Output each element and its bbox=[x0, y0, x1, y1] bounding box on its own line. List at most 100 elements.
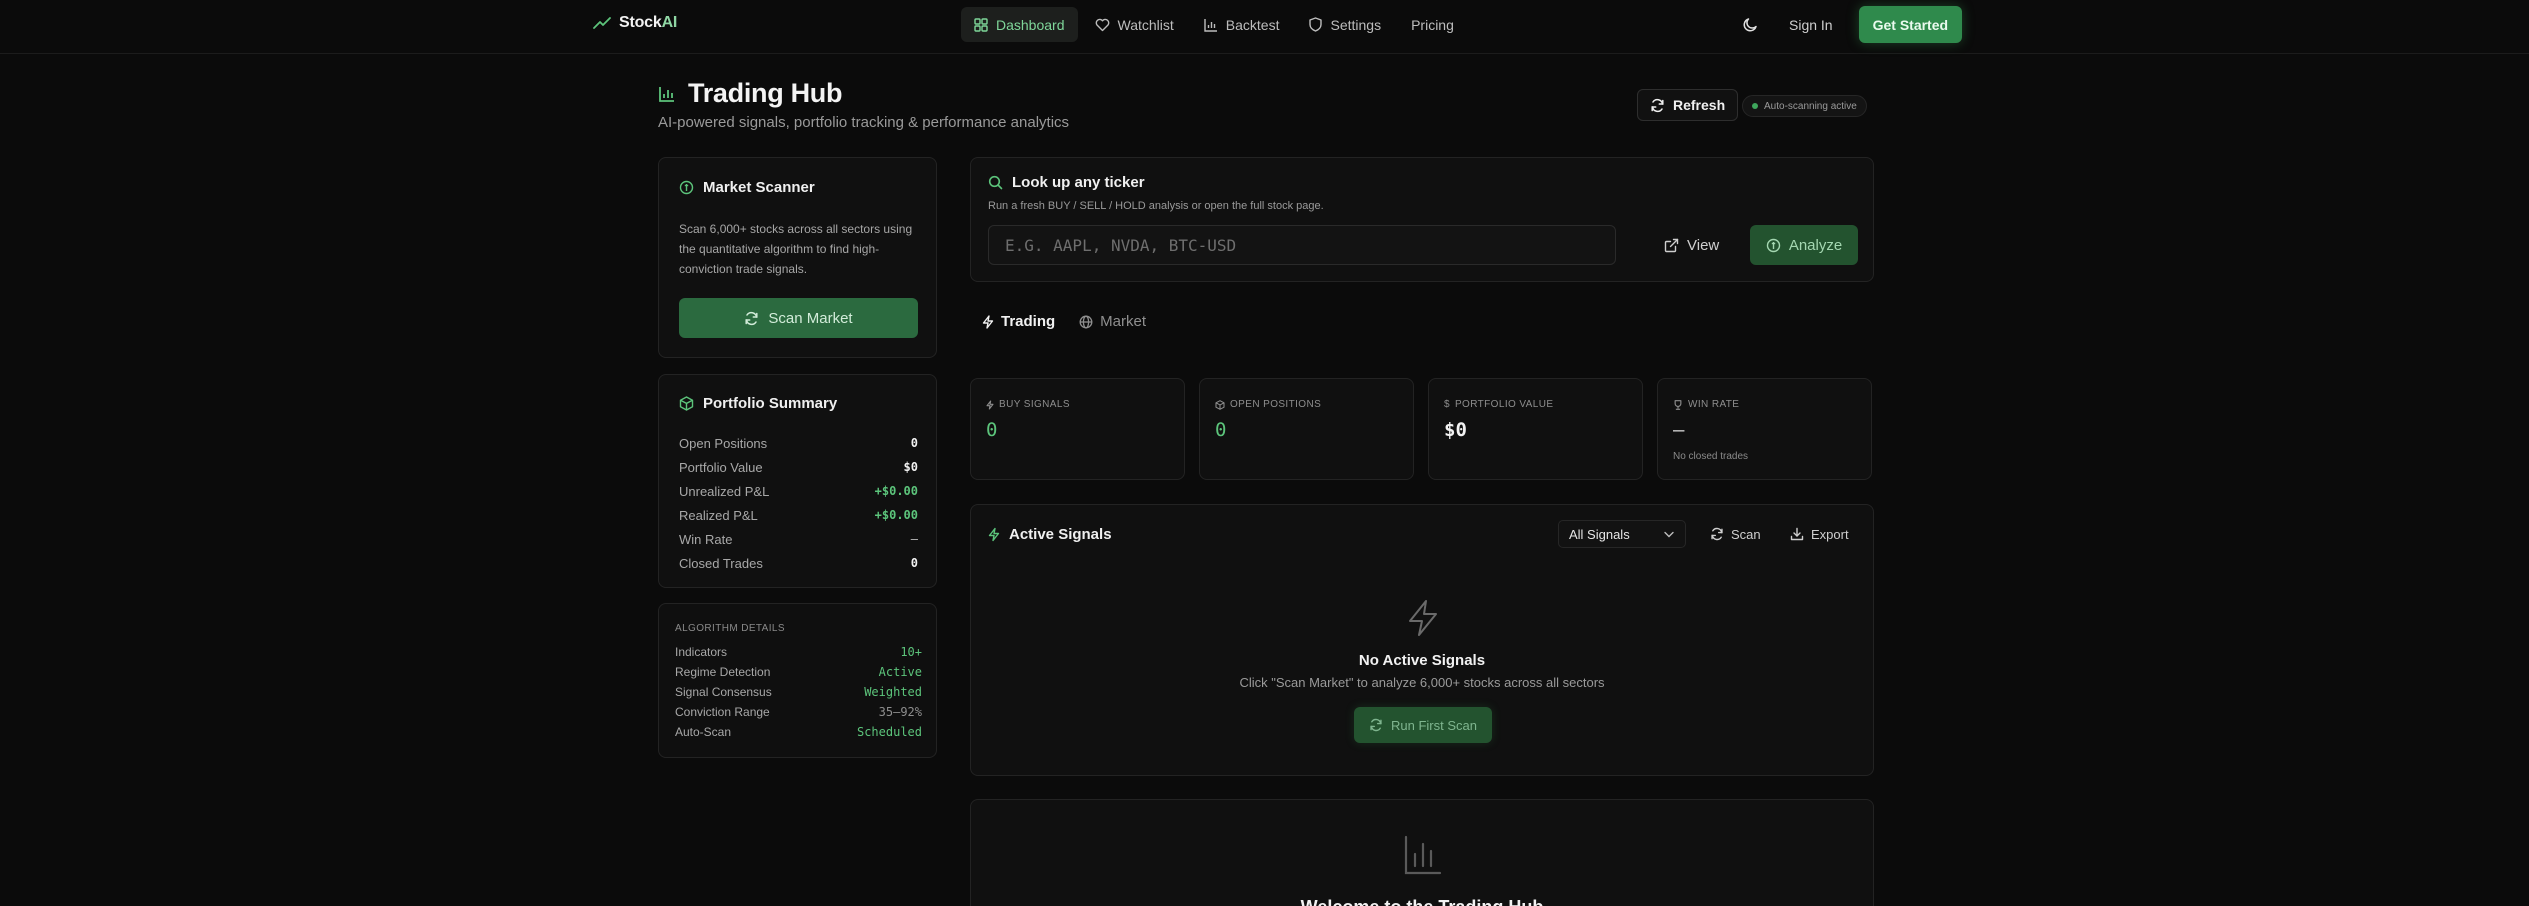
welcome-card: Welcome to the Trading Hub bbox=[970, 799, 1874, 906]
lightning-icon bbox=[982, 314, 994, 329]
bar-chart-icon bbox=[1403, 834, 1443, 876]
portfolio-summary-card: Portfolio Summary Open Positions 0 Portf… bbox=[658, 374, 937, 588]
active-signals-title-text: Active Signals bbox=[1009, 526, 1112, 543]
summary-row-unrealized-pnl: Unrealized P&L +$0.00 bbox=[679, 479, 918, 503]
summary-label: Open Positions bbox=[679, 435, 768, 451]
page-title: Trading Hub bbox=[658, 78, 843, 109]
view-tabs: Trading Market bbox=[982, 313, 1146, 330]
nav-dashboard[interactable]: Dashboard bbox=[961, 7, 1078, 42]
view-button[interactable]: View bbox=[1652, 225, 1731, 265]
algo-value: 35–92% bbox=[878, 705, 922, 719]
brand-logo[interactable]: StockAI bbox=[593, 14, 677, 32]
signals-filter-select[interactable]: All Signals bbox=[1558, 520, 1686, 548]
portfolio-summary-title-text: Portfolio Summary bbox=[703, 395, 838, 412]
refresh-button[interactable]: Refresh bbox=[1637, 89, 1739, 121]
summary-value: 0 bbox=[910, 556, 918, 570]
algorithm-details-heading: ALGORITHM DETAILS bbox=[675, 623, 785, 634]
algo-label: Conviction Range bbox=[675, 705, 770, 719]
page-subtitle: AI-powered signals, portfolio tracking &… bbox=[658, 114, 1070, 131]
summary-label: Unrealized P&L bbox=[679, 483, 770, 499]
algo-row-indicators: Indicators 10+ bbox=[675, 642, 922, 662]
sign-in-link[interactable]: Sign In bbox=[1789, 17, 1833, 33]
signals-export-label: Export bbox=[1811, 526, 1849, 542]
empty-state-description: Click "Scan Market" to analyze 6,000+ st… bbox=[1239, 675, 1605, 690]
trend-up-icon bbox=[593, 16, 611, 30]
welcome-title: Welcome to the Trading Hub bbox=[971, 897, 1873, 906]
summary-value: — bbox=[910, 532, 918, 546]
nav-pricing[interactable]: Pricing bbox=[1398, 7, 1467, 42]
get-started-button[interactable]: Get Started bbox=[1858, 6, 1963, 43]
algo-row-auto-scan: Auto-Scan Scheduled bbox=[675, 722, 922, 742]
scan-market-button[interactable]: Scan Market bbox=[679, 298, 918, 338]
market-scanner-title-text: Market Scanner bbox=[703, 179, 815, 196]
page-title-text: Trading Hub bbox=[688, 78, 843, 108]
view-label: View bbox=[1687, 236, 1720, 254]
market-scanner-title: Market Scanner bbox=[679, 179, 815, 196]
stat-label: OPEN POSITIONS bbox=[1215, 399, 1321, 410]
run-first-scan-button[interactable]: Run First Scan bbox=[1354, 707, 1492, 743]
stat-label: $ PORTFOLIO VALUE bbox=[1444, 399, 1553, 410]
heart-icon bbox=[1095, 18, 1110, 32]
algo-value: Weighted bbox=[864, 685, 922, 699]
analyze-label: Analyze bbox=[1788, 236, 1843, 254]
brand-name: StockAI bbox=[619, 14, 678, 31]
nav-dashboard-label: Dashboard bbox=[996, 16, 1065, 33]
summary-row-portfolio-value: Portfolio Value $0 bbox=[679, 455, 918, 479]
summary-row-realized-pnl: Realized P&L +$0.00 bbox=[679, 503, 918, 527]
algo-value: Scheduled bbox=[856, 725, 922, 739]
market-scanner-description: Scan 6,000+ stocks across all sectors us… bbox=[679, 222, 913, 276]
stat-card-open-positions: OPEN POSITIONS 0 bbox=[1199, 378, 1414, 480]
analyze-icon bbox=[1766, 238, 1781, 253]
main-nav: Dashboard Watchlist Backtest Settings Pr… bbox=[961, 7, 1467, 42]
theme-toggle-button[interactable] bbox=[1733, 7, 1767, 43]
scan-market-label: Scan Market bbox=[768, 309, 853, 327]
nav-backtest[interactable]: Backtest bbox=[1191, 7, 1293, 42]
stat-value: $0 bbox=[1444, 419, 1467, 441]
signals-scan-button[interactable]: Scan bbox=[1700, 520, 1771, 548]
algo-label: Regime Detection bbox=[675, 665, 771, 679]
summary-label: Portfolio Value bbox=[679, 459, 763, 475]
market-scanner-card: Market Scanner Scan 6,000+ stocks across… bbox=[658, 157, 937, 358]
signals-filter-value: All Signals bbox=[1569, 526, 1630, 542]
tab-market[interactable]: Market bbox=[1079, 313, 1146, 330]
status-dot bbox=[1752, 103, 1758, 109]
moon-icon bbox=[1743, 17, 1758, 32]
chevron-down-icon bbox=[1664, 531, 1674, 538]
summary-value: +$0.00 bbox=[874, 508, 918, 522]
stat-label-text: BUY SIGNALS bbox=[999, 399, 1070, 410]
summary-row-open-positions: Open Positions 0 bbox=[679, 431, 918, 455]
shield-icon bbox=[1309, 17, 1323, 32]
ticker-search-input[interactable]: E.G. AAPL, NVDA, BTC-USD bbox=[988, 225, 1616, 265]
ticker-lookup-subtitle: Run a fresh BUY / SELL / HOLD analysis o… bbox=[988, 200, 1324, 212]
active-signals-title: Active Signals bbox=[988, 526, 1112, 543]
signals-scan-label: Scan bbox=[1731, 526, 1761, 542]
nav-settings[interactable]: Settings bbox=[1296, 7, 1394, 42]
summary-label: Realized P&L bbox=[679, 507, 758, 523]
nav-watchlist[interactable]: Watchlist bbox=[1082, 7, 1187, 42]
top-nav: StockAI Dashboard Watchlist Backtest Set… bbox=[0, 0, 2529, 54]
algorithm-details-list: Indicators 10+ Regime Detection Active S… bbox=[675, 642, 922, 742]
dollar-icon: $ bbox=[1444, 399, 1450, 410]
bar-chart-icon bbox=[1204, 18, 1218, 32]
stat-value: 0 bbox=[986, 419, 998, 441]
summary-value: $0 bbox=[903, 460, 918, 474]
algo-label: Auto-Scan bbox=[675, 725, 732, 739]
ticker-lookup-title-text: Look up any ticker bbox=[1012, 174, 1145, 191]
stat-label-text: OPEN POSITIONS bbox=[1230, 399, 1322, 410]
ticker-lookup-card: Look up any ticker Run a fresh BUY / SEL… bbox=[970, 157, 1874, 282]
analyze-button[interactable]: Analyze bbox=[1750, 225, 1858, 265]
tab-trading[interactable]: Trading bbox=[982, 313, 1055, 330]
signals-export-button[interactable]: Export bbox=[1780, 520, 1859, 548]
refresh-icon bbox=[744, 311, 759, 326]
algorithm-details-card: ALGORITHM DETAILS Indicators 10+ Regime … bbox=[658, 603, 937, 758]
stat-card-win-rate: WIN RATE — No closed trades bbox=[1657, 378, 1872, 480]
summary-label: Closed Trades bbox=[679, 555, 763, 571]
algo-value: 10+ bbox=[900, 645, 922, 659]
search-icon bbox=[988, 175, 1003, 190]
refresh-label: Refresh bbox=[1673, 97, 1726, 113]
stat-card-buy-signals: BUY SIGNALS 0 bbox=[970, 378, 1185, 480]
grid-icon bbox=[974, 17, 988, 32]
algo-row-regime-detection: Regime Detection Active bbox=[675, 662, 922, 682]
algo-row-signal-consensus: Signal Consensus Weighted bbox=[675, 682, 922, 702]
refresh-icon bbox=[1650, 98, 1665, 113]
